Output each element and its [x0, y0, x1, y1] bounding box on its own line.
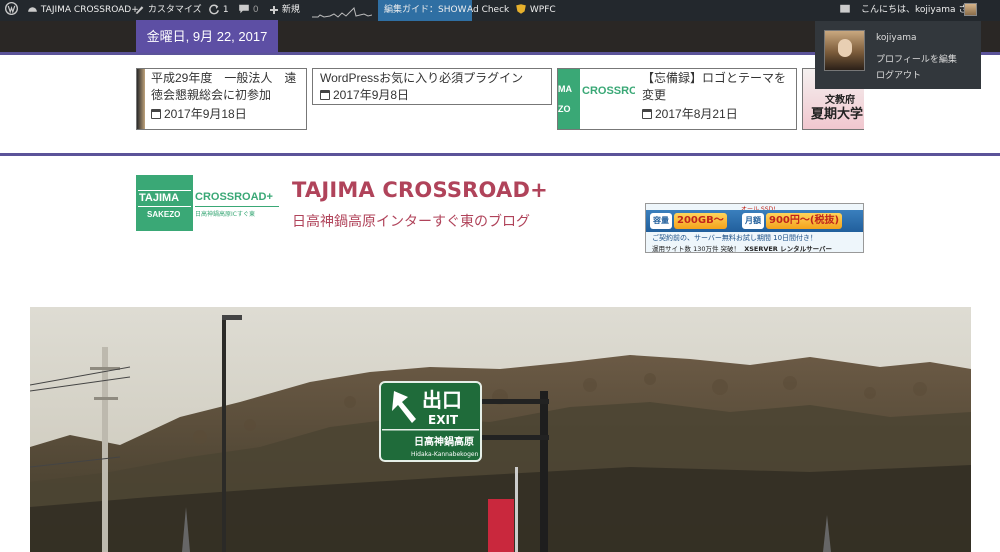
wordpress-logo-icon[interactable] — [4, 0, 18, 21]
carousel-card[interactable]: WordPressお気に入り必須プラグイン 2017年9月8日 — [312, 68, 552, 105]
ad-brand: XSERVER レンタルサーバー — [744, 245, 832, 253]
ad-check-link[interactable]: Ad Check — [467, 0, 509, 21]
site-logo[interactable]: TAJIMA SAKEZO CROSSROAD+ 日高神鍋高原ICすぐ東 — [136, 175, 281, 231]
carousel-divider — [0, 153, 1000, 156]
thumb-text: 夏期大学 — [811, 106, 864, 121]
ad-monthly-label: 月額 — [742, 213, 764, 229]
sign-place-en: Hidaka-Kannabekogen — [411, 451, 479, 458]
calendar-icon — [320, 90, 330, 100]
site-title[interactable]: TAJIMA CROSSROAD+ — [292, 178, 548, 202]
ad-sites-text: 運用サイト数 130万件 突破！ XSERVER レンタルサーバー — [652, 245, 832, 253]
edit-profile-link[interactable]: プロフィールを編集 — [876, 52, 957, 65]
sign-exit-jp: 出口 — [422, 388, 462, 412]
admin-bar-comments[interactable]: 0 — [238, 0, 259, 21]
logout-link[interactable]: ログアウト — [876, 68, 921, 81]
profile-avatar[interactable] — [824, 30, 865, 71]
logo-word-tajima: TAJIMA — [139, 192, 180, 204]
post-date-text: 2017年8月21日 — [655, 107, 738, 121]
refresh-icon — [209, 4, 219, 15]
admin-bar-customize[interactable]: カスタマイズ — [134, 0, 202, 21]
admin-bar-customize-label: カスタマイズ — [147, 5, 202, 15]
current-date: 金曜日, 9月 22, 2017 — [136, 20, 278, 53]
plus-icon — [270, 6, 278, 14]
profile-dropdown: kojiyama プロフィールを編集 ログアウト — [815, 21, 981, 89]
post-date: 2017年9月8日 — [320, 88, 409, 102]
comments-count: 0 — [252, 5, 259, 15]
cheetah-icon — [516, 4, 526, 14]
post-date-text: 2017年9月18日 — [164, 107, 247, 121]
post-thumbnail: MA ZO CROSSRO — [558, 69, 635, 129]
sign-place-jp: 日高神鍋高原 — [414, 435, 474, 448]
xserver-ad-banner[interactable]: オール SSD! 容量 200GB～ 月額 900円～(税抜) ご契約前の、サー… — [645, 203, 864, 253]
post-title[interactable]: 平成29年度 一般法人 遠徳会懇親総会に初参加 — [151, 70, 305, 104]
logo-thumb-brand: CROSSRO — [582, 85, 635, 97]
comment-icon — [239, 4, 249, 14]
edit-guide-toggle[interactable]: 編集ガイド：SHOW — [378, 0, 473, 21]
profile-name[interactable]: kojiyama — [876, 33, 917, 43]
notice-icon — [840, 4, 850, 13]
logo-word-sakezo: SAKEZO — [147, 210, 181, 219]
sign-exit-en: EXIT — [428, 413, 459, 427]
carousel-card[interactable]: MA ZO CROSSRO 【忘備録】ロゴとテーマを変更 2017年8月21日 — [557, 68, 797, 130]
calendar-icon — [151, 109, 161, 119]
ad-trial-text: ご契約前の、サーバー無料お試し期間 10日間付き！ — [652, 234, 818, 242]
logo-subtext: 日高神鍋高原ICすぐ東 — [195, 211, 255, 218]
post-date: 2017年9月18日 — [151, 107, 247, 121]
admin-bar-site-link[interactable]: TAJIMA CROSSROAD+ — [27, 0, 139, 21]
admin-bar-greeting[interactable]: こんにちは、kojiyama さん — [861, 0, 976, 21]
post-date: 2017年8月21日 — [642, 107, 738, 121]
logo-word-crossroad: CROSSROAD+ — [195, 191, 273, 203]
post-title[interactable]: 【忘備録】ロゴとテーマを変更 — [642, 70, 796, 104]
ad-price: 900円～(税抜) — [766, 213, 843, 229]
stats-sparkline[interactable] — [312, 4, 372, 18]
admin-bar-wpfc[interactable]: WPFC — [515, 0, 556, 21]
admin-bar-avatar[interactable] — [964, 3, 977, 16]
admin-bar-new[interactable]: 新規 — [269, 0, 300, 21]
wpfc-label: WPFC — [529, 5, 556, 15]
updates-count: 1 — [222, 5, 229, 15]
calendar-icon — [642, 109, 652, 119]
ad-capacity: 200GB～ — [674, 213, 727, 229]
carousel-card[interactable]: 平成29年度 一般法人 遠徳会懇親総会に初参加 2017年9月18日 — [136, 68, 307, 130]
admin-bar-new-label: 新規 — [281, 5, 300, 15]
ad-capacity-label: 容量 — [650, 213, 672, 229]
admin-bar-updates[interactable]: 1 — [208, 0, 229, 21]
site-tagline: 日高神鍋高原インターすぐ東のブログ — [292, 214, 530, 230]
admin-bar: TAJIMA CROSSROAD+ カスタマイズ 1 0 新規 編集ガイド：SH… — [0, 0, 1000, 21]
admin-bar-site-name: TAJIMA CROSSROAD+ — [40, 5, 139, 15]
post-thumbnail — [137, 69, 145, 129]
post-title[interactable]: WordPressお気に入り必須プラグイン — [320, 70, 550, 87]
hero-photo: 出口 EXIT 日高神鍋高原 Hidaka-Kannabekogen — [30, 307, 971, 552]
brush-icon — [135, 6, 144, 14]
dashboard-icon — [28, 7, 37, 12]
logo-thumb-left: MA ZO — [558, 69, 580, 129]
post-date-text: 2017年9月8日 — [333, 88, 410, 102]
admin-bar-notice[interactable] — [839, 0, 851, 21]
